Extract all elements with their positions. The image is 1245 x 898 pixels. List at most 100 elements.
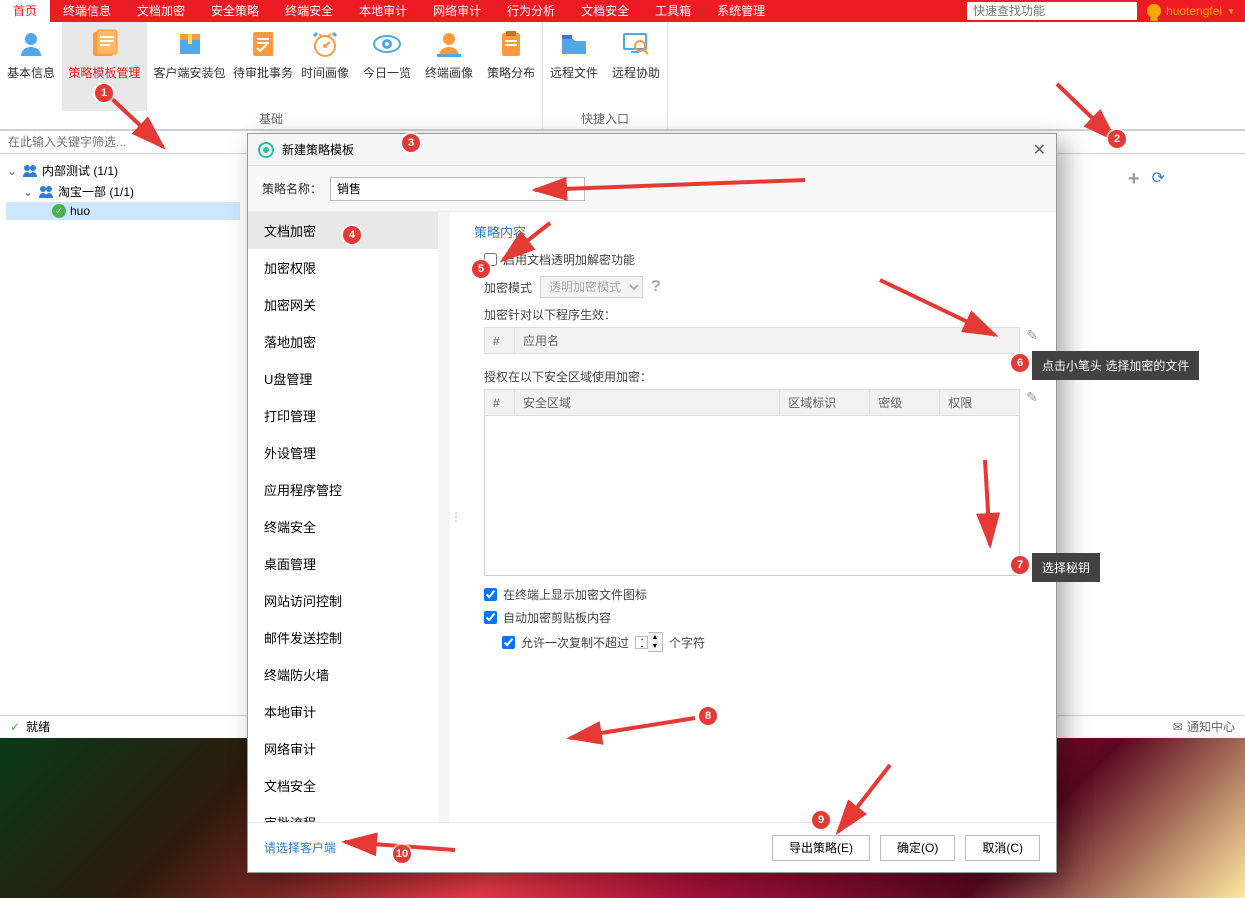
select-client-link[interactable]: 请选择客户端 — [264, 839, 336, 856]
tool-remote-file[interactable]: 远程文件 — [543, 22, 605, 111]
export-button[interactable]: 导出策略(E) — [772, 835, 870, 861]
menu-localaudit[interactable]: 本地审计 — [346, 0, 420, 22]
help-icon[interactable]: ? — [651, 278, 661, 296]
copy-limit-input[interactable] — [635, 636, 648, 649]
ok-button[interactable]: 确定(O) — [880, 835, 955, 861]
approval-icon — [247, 28, 279, 60]
cancel-button[interactable]: 取消(C) — [965, 835, 1040, 861]
user-card-icon — [15, 28, 47, 60]
cat-item[interactable]: U盘管理 — [248, 360, 438, 397]
caret-icon[interactable]: ⌄ — [6, 164, 18, 178]
scrollbar[interactable] — [438, 212, 450, 822]
copy-limit-spinner[interactable]: ▲▼ — [635, 632, 663, 652]
monitor-search-icon — [620, 28, 652, 60]
menu-home[interactable]: 首页 — [0, 0, 50, 22]
cat-item[interactable]: 邮件发送控制 — [248, 619, 438, 656]
edit-zones-icon[interactable]: ✎ — [1026, 389, 1038, 406]
menu-sysmgmt[interactable]: 系统管理 — [704, 0, 778, 22]
close-icon[interactable]: ✕ — [1033, 140, 1046, 160]
th: 安全区域 — [515, 390, 780, 416]
quick-search-input[interactable] — [967, 2, 1137, 20]
zone-label: 授权在以下安全区域使用加密： — [484, 368, 1038, 385]
notification-center[interactable]: ✉ 通知中心 — [1173, 718, 1235, 735]
cat-item[interactable]: 应用程序管控 — [248, 471, 438, 508]
cat-item[interactable]: 加密网关 — [248, 286, 438, 323]
tool-label: 策略分布 — [487, 64, 535, 81]
zone-table-body — [484, 416, 1020, 576]
tree-node-selected[interactable]: ✓ huo — [6, 202, 240, 220]
tool-time-image[interactable]: 时间画像 — [294, 22, 356, 111]
menu-docenc[interactable]: 文档加密 — [124, 0, 198, 22]
marker-7: 7 — [1011, 556, 1029, 574]
ribbon-group-shortcut: 远程文件 远程协助 快捷入口 — [543, 22, 668, 129]
menu-termsec[interactable]: 终端安全 — [272, 0, 346, 22]
add-icon[interactable]: + — [1128, 168, 1140, 191]
show-icon-checkbox[interactable] — [484, 588, 497, 601]
menu-docsec[interactable]: 文档安全 — [568, 0, 642, 22]
top-menu: 首页 终端信息 文档加密 安全策略 终端安全 本地审计 网络审计 行为分析 文档… — [0, 0, 778, 22]
tool-label: 策略模板管理 — [68, 64, 140, 81]
cat-item[interactable]: 审批流程 — [248, 804, 438, 822]
tool-term-image[interactable]: 终端画像 — [418, 22, 480, 111]
marker-5: 5 — [472, 260, 490, 278]
cat-item[interactable]: 终端防火墙 — [248, 656, 438, 693]
cat-item[interactable]: 外设管理 — [248, 434, 438, 471]
group-label: 基础 — [0, 110, 542, 127]
tool-label: 远程文件 — [550, 64, 598, 81]
app-table: #应用名 — [484, 327, 1020, 354]
dialog-title: 新建策略模板 — [282, 141, 354, 158]
group-icon — [22, 164, 38, 178]
cat-item[interactable]: 本地审计 — [248, 693, 438, 730]
cat-item[interactable]: 加密权限 — [248, 249, 438, 286]
tree-node[interactable]: ⌄ 淘宝一部 (1/1) — [6, 181, 240, 202]
filter-input[interactable] — [0, 131, 240, 153]
template-icon — [89, 28, 121, 60]
tree-label: 内部测试 (1/1) — [42, 162, 118, 179]
cat-item[interactable]: 文档安全 — [248, 767, 438, 804]
menu-netaudit[interactable]: 网络审计 — [420, 0, 494, 22]
edit-apps-icon[interactable]: ✎ — [1026, 327, 1038, 344]
th-app: 应用名 — [515, 328, 1020, 354]
caret-icon[interactable]: ⌄ — [22, 185, 34, 199]
tool-client-pkg[interactable]: 客户端安装包 — [147, 22, 232, 111]
package-icon — [174, 28, 206, 60]
marker-10: 10 — [393, 845, 411, 863]
cat-item[interactable]: 打印管理 — [248, 397, 438, 434]
copy-limit-label: 允许一次复制不超过 — [521, 634, 629, 651]
copy-limit-checkbox[interactable] — [502, 636, 515, 649]
cat-item[interactable]: 终端安全 — [248, 508, 438, 545]
menu-secpolicy[interactable]: 安全策略 — [198, 0, 272, 22]
tool-basic-info[interactable]: 基本信息 — [0, 22, 62, 111]
check-icon: ✓ — [52, 204, 66, 218]
spin-up[interactable]: ▲ — [648, 633, 662, 642]
tool-today[interactable]: 今日一览 — [356, 22, 418, 111]
menu-toolbox[interactable]: 工具箱 — [642, 0, 704, 22]
tool-pending[interactable]: 待审批事务 — [232, 22, 294, 111]
clip-checkbox[interactable] — [484, 611, 497, 624]
tool-remote-assist[interactable]: 远程协助 — [605, 22, 667, 111]
menu-terminfo[interactable]: 终端信息 — [50, 0, 124, 22]
eye-icon — [371, 28, 403, 60]
cat-item[interactable]: 网站访问控制 — [248, 582, 438, 619]
notif-label: 通知中心 — [1187, 718, 1235, 735]
category-list: 文档加密 加密权限 加密网关 落地加密 U盘管理 打印管理 外设管理 应用程序管… — [248, 212, 438, 822]
clipboard-icon — [495, 28, 527, 60]
cat-item[interactable]: 桌面管理 — [248, 545, 438, 582]
th: 密级 — [870, 390, 940, 416]
refresh-icon[interactable]: ⟳ — [1152, 168, 1165, 191]
th: 权限 — [940, 390, 1020, 416]
spin-down[interactable]: ▼ — [648, 642, 662, 651]
dialog-footer: 请选择客户端 导出策略(E) 确定(O) 取消(C) — [248, 822, 1056, 872]
user-menu[interactable]: huotengfei ▼ — [1137, 4, 1245, 18]
menu-behavior[interactable]: 行为分析 — [494, 0, 568, 22]
tool-label: 远程协助 — [612, 64, 660, 81]
tool-label: 待审批事务 — [233, 64, 293, 81]
cat-item[interactable]: 网络审计 — [248, 730, 438, 767]
tool-policy-dist[interactable]: 策略分布 — [480, 22, 542, 111]
policy-name-input[interactable] — [330, 177, 585, 201]
tree-node[interactable]: ⌄ 内部测试 (1/1) — [6, 160, 240, 181]
cat-item[interactable]: 落地加密 — [248, 323, 438, 360]
name-label: 策略名称： — [262, 180, 322, 197]
tree-label: 淘宝一部 (1/1) — [58, 183, 134, 200]
mode-select[interactable]: 透明加密模式 — [540, 276, 643, 298]
